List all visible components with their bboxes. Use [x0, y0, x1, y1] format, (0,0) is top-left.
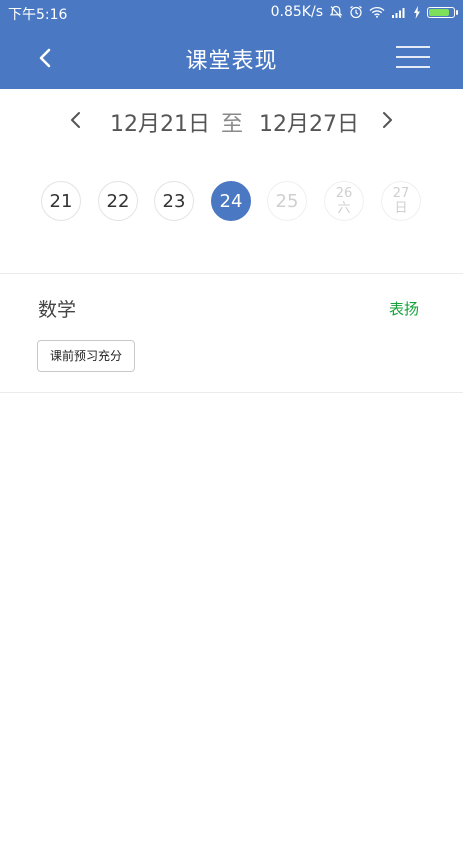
- wifi-icon: [369, 6, 385, 18]
- mute-bell-icon: [329, 5, 343, 18]
- battery-icon: [427, 6, 458, 18]
- status-bar: 下午5:16 0.85K/s: [0, 0, 463, 26]
- subject-name: 数学: [38, 299, 77, 321]
- range-separator: 至: [221, 112, 244, 137]
- day-item-22[interactable]: 22: [98, 181, 138, 221]
- range-end-date: 12月27日: [259, 112, 359, 137]
- day-item-25: 25: [267, 181, 307, 221]
- menu-icon[interactable]: [396, 44, 432, 70]
- divider: [0, 392, 463, 393]
- day-item-24-selected[interactable]: 24: [211, 181, 251, 221]
- weekday-label: 六: [337, 201, 351, 216]
- day-number: 26: [335, 186, 353, 201]
- status-time: 下午5:16: [8, 7, 68, 23]
- alarm-icon: [350, 5, 362, 19]
- result-badge: 表扬: [388, 300, 419, 318]
- status-icons: 0.85K/s: [270, 4, 458, 20]
- weekday-label: 日: [394, 201, 408, 216]
- day-item-26: 26 六: [324, 181, 364, 221]
- date-range-selector: 12月21日 至 12月27日: [0, 89, 463, 151]
- day-item-21[interactable]: 21: [41, 181, 81, 221]
- next-week-arrow-icon[interactable]: [376, 109, 398, 131]
- range-start-date: 12月21日: [110, 112, 210, 137]
- charging-icon: [414, 5, 420, 19]
- signal-icon: [392, 8, 405, 18]
- day-item-27: 27 日: [381, 181, 421, 221]
- day-number: 23: [162, 190, 186, 212]
- day-item-23[interactable]: 23: [154, 181, 194, 221]
- day-number: 22: [106, 190, 130, 212]
- network-speed: 0.85K/s: [270, 4, 323, 20]
- header-bar: 课堂表现: [0, 26, 463, 89]
- prev-week-arrow-icon[interactable]: [65, 109, 87, 131]
- day-number: 25: [275, 190, 299, 212]
- day-selector: 21 22 23 24 25 26 六 27 日: [0, 181, 463, 225]
- page-title: 课堂表现: [185, 49, 278, 74]
- day-number: 27: [392, 186, 410, 201]
- day-number: 24: [219, 190, 243, 212]
- divider: [0, 273, 463, 274]
- day-number: 21: [49, 190, 73, 212]
- comment-tag: 课前预习充分: [37, 340, 136, 372]
